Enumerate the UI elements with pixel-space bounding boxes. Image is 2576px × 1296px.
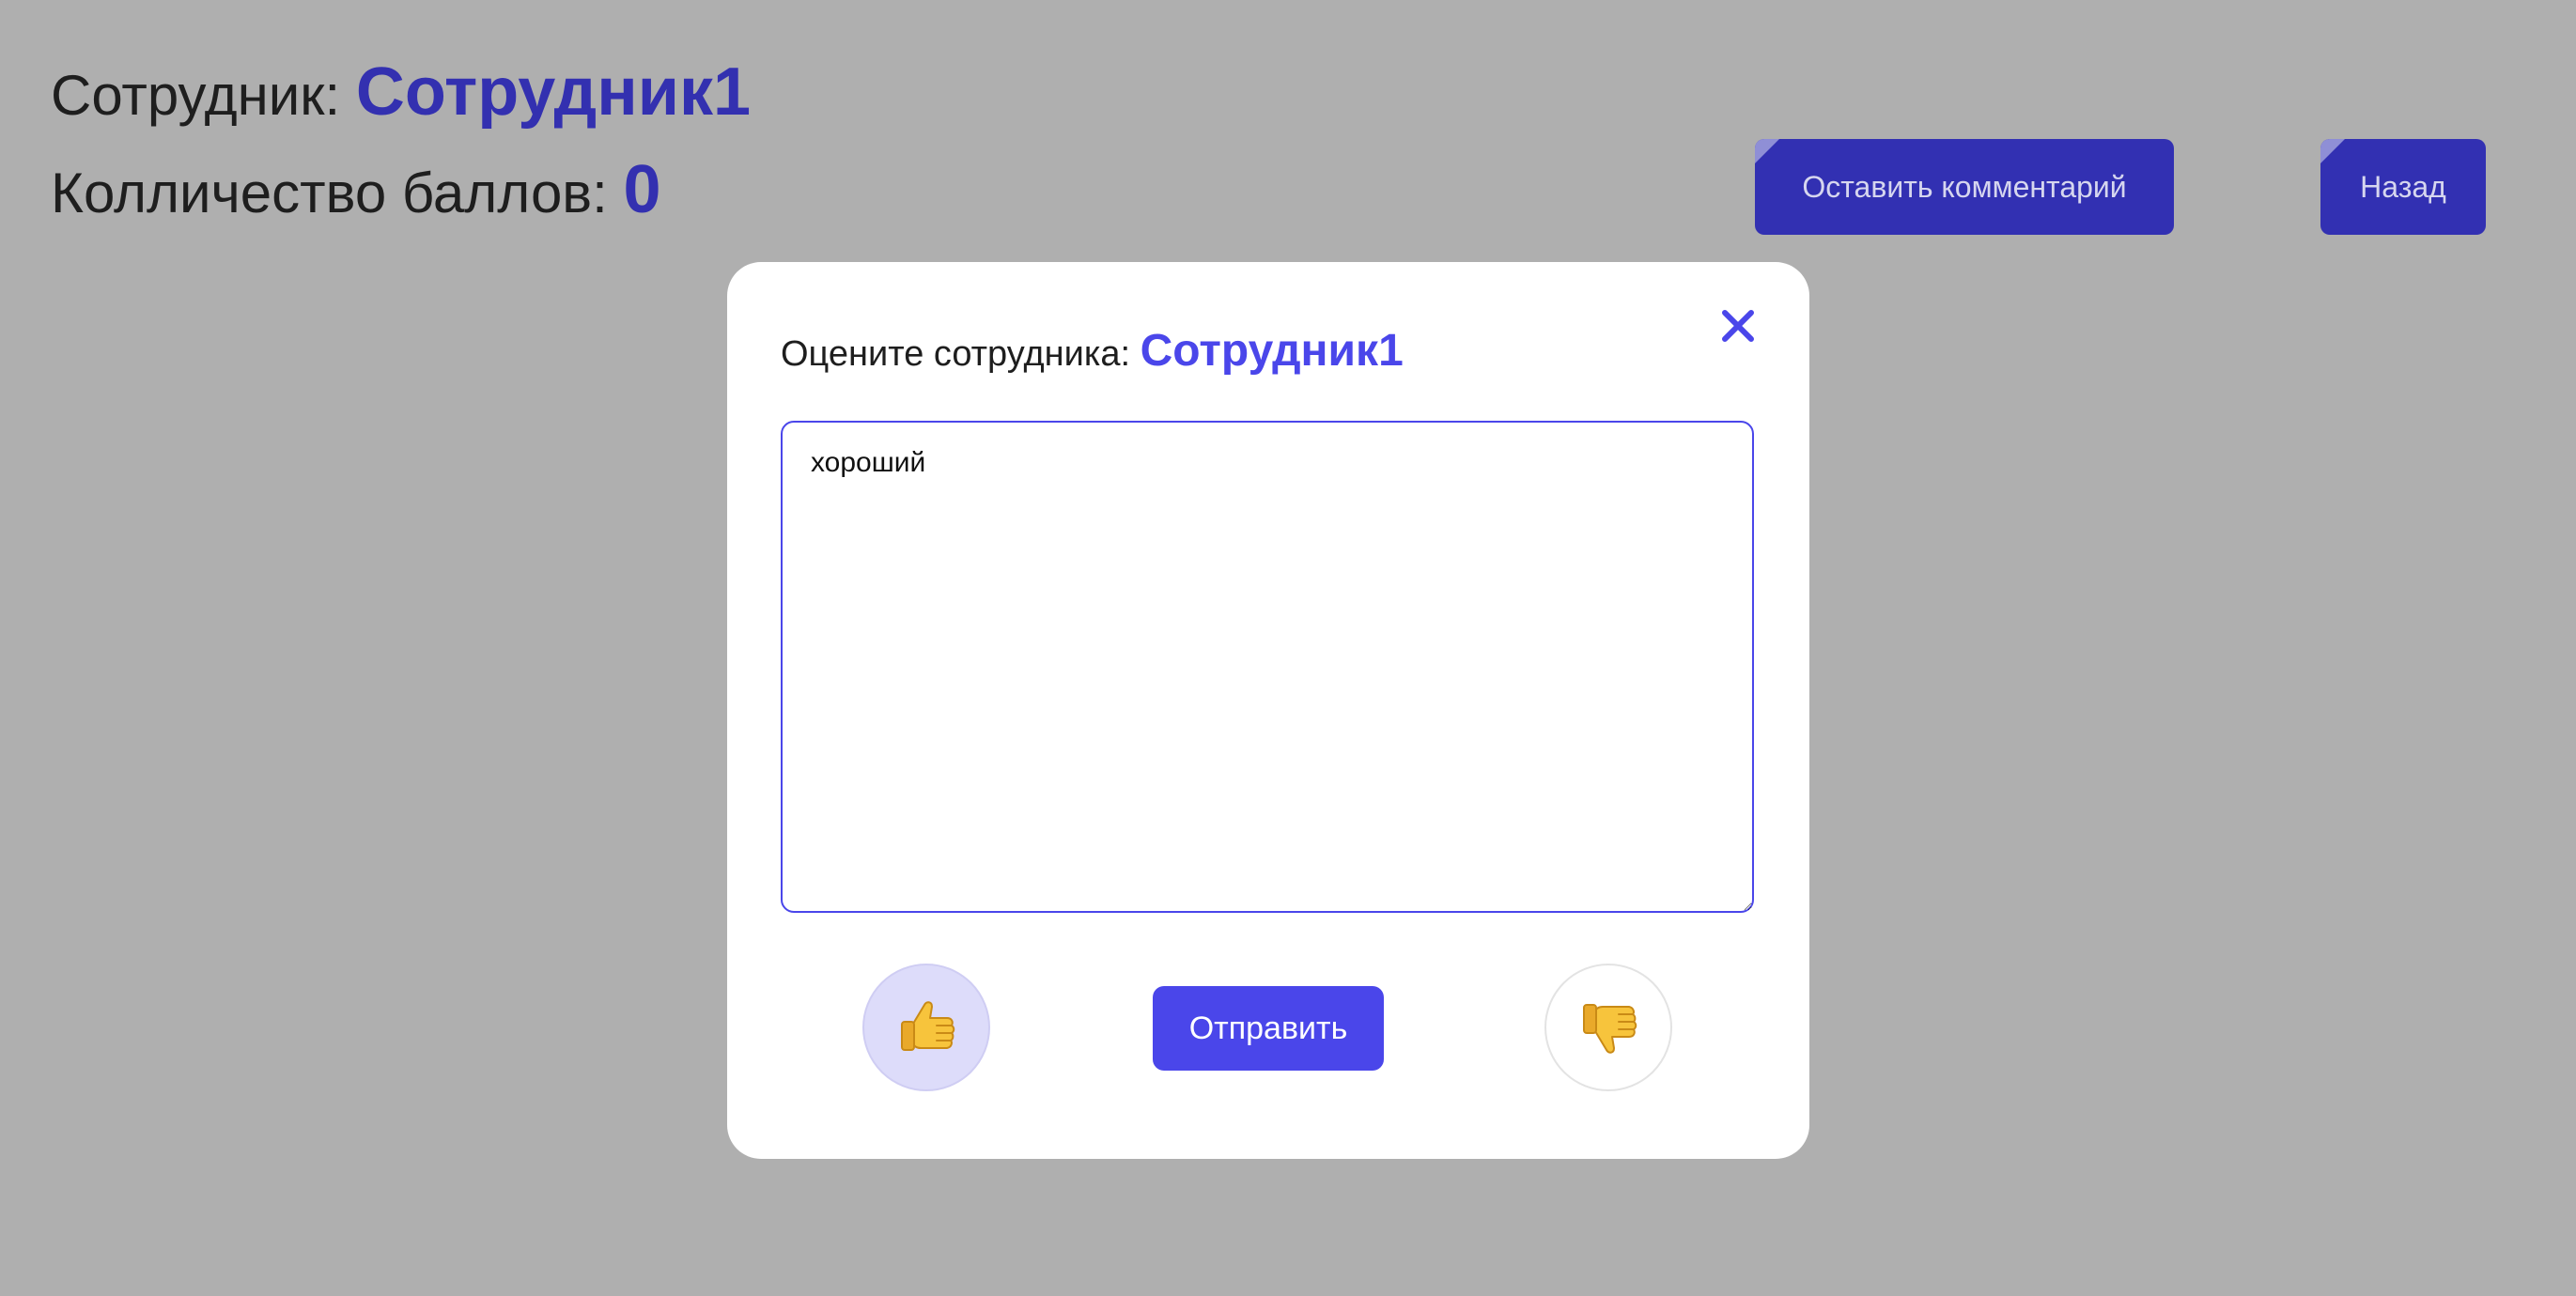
thumbs-up-icon: [901, 1001, 955, 1051]
dislike-button[interactable]: [1544, 964, 1672, 1091]
points-line: Колличество баллов: 0: [51, 156, 661, 224]
points-value: 0: [623, 152, 661, 227]
employee-line: Сотрудник: Сотрудник1: [51, 58, 751, 126]
close-button[interactable]: [1717, 305, 1759, 347]
thumbs-down-icon: [1583, 1004, 1637, 1054]
points-label: Колличество баллов:: [51, 162, 608, 224]
employee-label: Сотрудник:: [51, 64, 341, 127]
leave-comment-label: Оставить комментарий: [1802, 169, 2127, 204]
close-icon: [1722, 310, 1754, 342]
like-button[interactable]: [862, 964, 990, 1091]
leave-comment-button[interactable]: Оставить комментарий: [1755, 139, 2174, 235]
rating-modal: Оцените сотрудника: Сотрудник1 хороший О…: [727, 262, 1809, 1159]
submit-label: Отправить: [1188, 1010, 1348, 1046]
modal-title-label: Оцените сотрудника:: [781, 334, 1131, 374]
submit-button[interactable]: Отправить: [1153, 986, 1384, 1071]
employee-name: Сотрудник1: [355, 54, 752, 130]
modal-title: Оцените сотрудника: Сотрудник1: [781, 329, 1404, 374]
comment-textarea[interactable]: хороший: [781, 421, 1754, 913]
back-button[interactable]: Назад: [2320, 139, 2486, 235]
back-label: Назад: [2360, 169, 2446, 204]
modal-employee-name: Сотрудник1: [1140, 326, 1404, 376]
